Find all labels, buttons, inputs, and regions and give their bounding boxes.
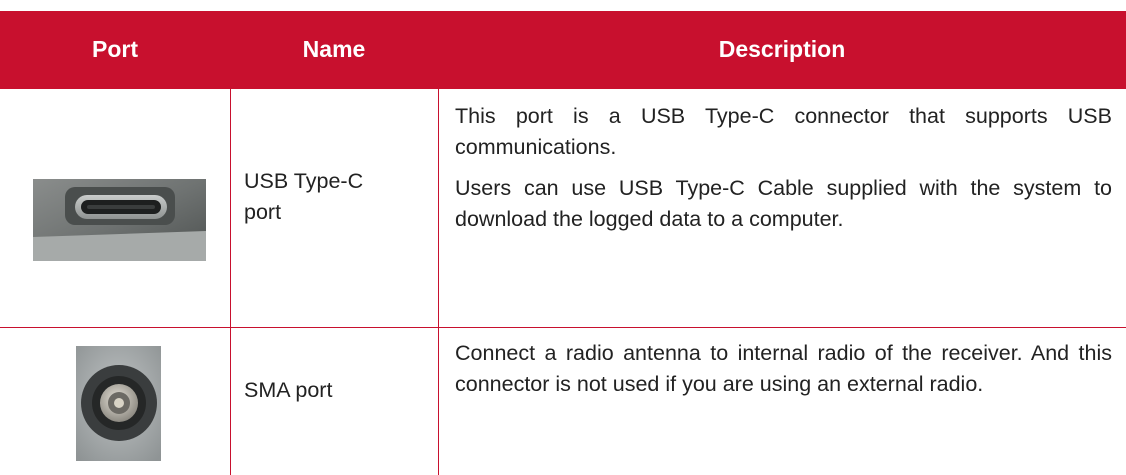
name-line: USB Type-C: [244, 169, 364, 193]
row-description-sma: Connect a radio antenna to internal radi…: [455, 338, 1112, 400]
row-name-usb: USB Type-C port: [244, 166, 424, 228]
column-divider: [438, 88, 439, 475]
usb-type-c-port-photo: [33, 179, 206, 261]
row-divider: [0, 88, 1126, 89]
name-line: port: [244, 200, 282, 224]
header-name: Name: [302, 36, 366, 62]
sma-port-photo: [76, 346, 161, 461]
description-paragraph: This port is a USB Type-C connector that…: [455, 104, 1112, 159]
description-paragraph: Users can use USB Type-C Cable supplied …: [455, 176, 1112, 231]
ports-table: Port Name Description USB Type-C port Th…: [0, 0, 1126, 475]
table-header: Port Name Description: [0, 11, 1126, 88]
row-name-sma: SMA port: [244, 378, 333, 402]
row-divider: [0, 327, 1126, 328]
column-divider: [230, 88, 231, 475]
row-description-usb: This port is a USB Type-C connector that…: [455, 101, 1112, 235]
header-port: Port: [92, 36, 138, 62]
description-paragraph: Connect a radio antenna to internal radi…: [455, 341, 1112, 396]
header-description: Description: [718, 36, 846, 62]
